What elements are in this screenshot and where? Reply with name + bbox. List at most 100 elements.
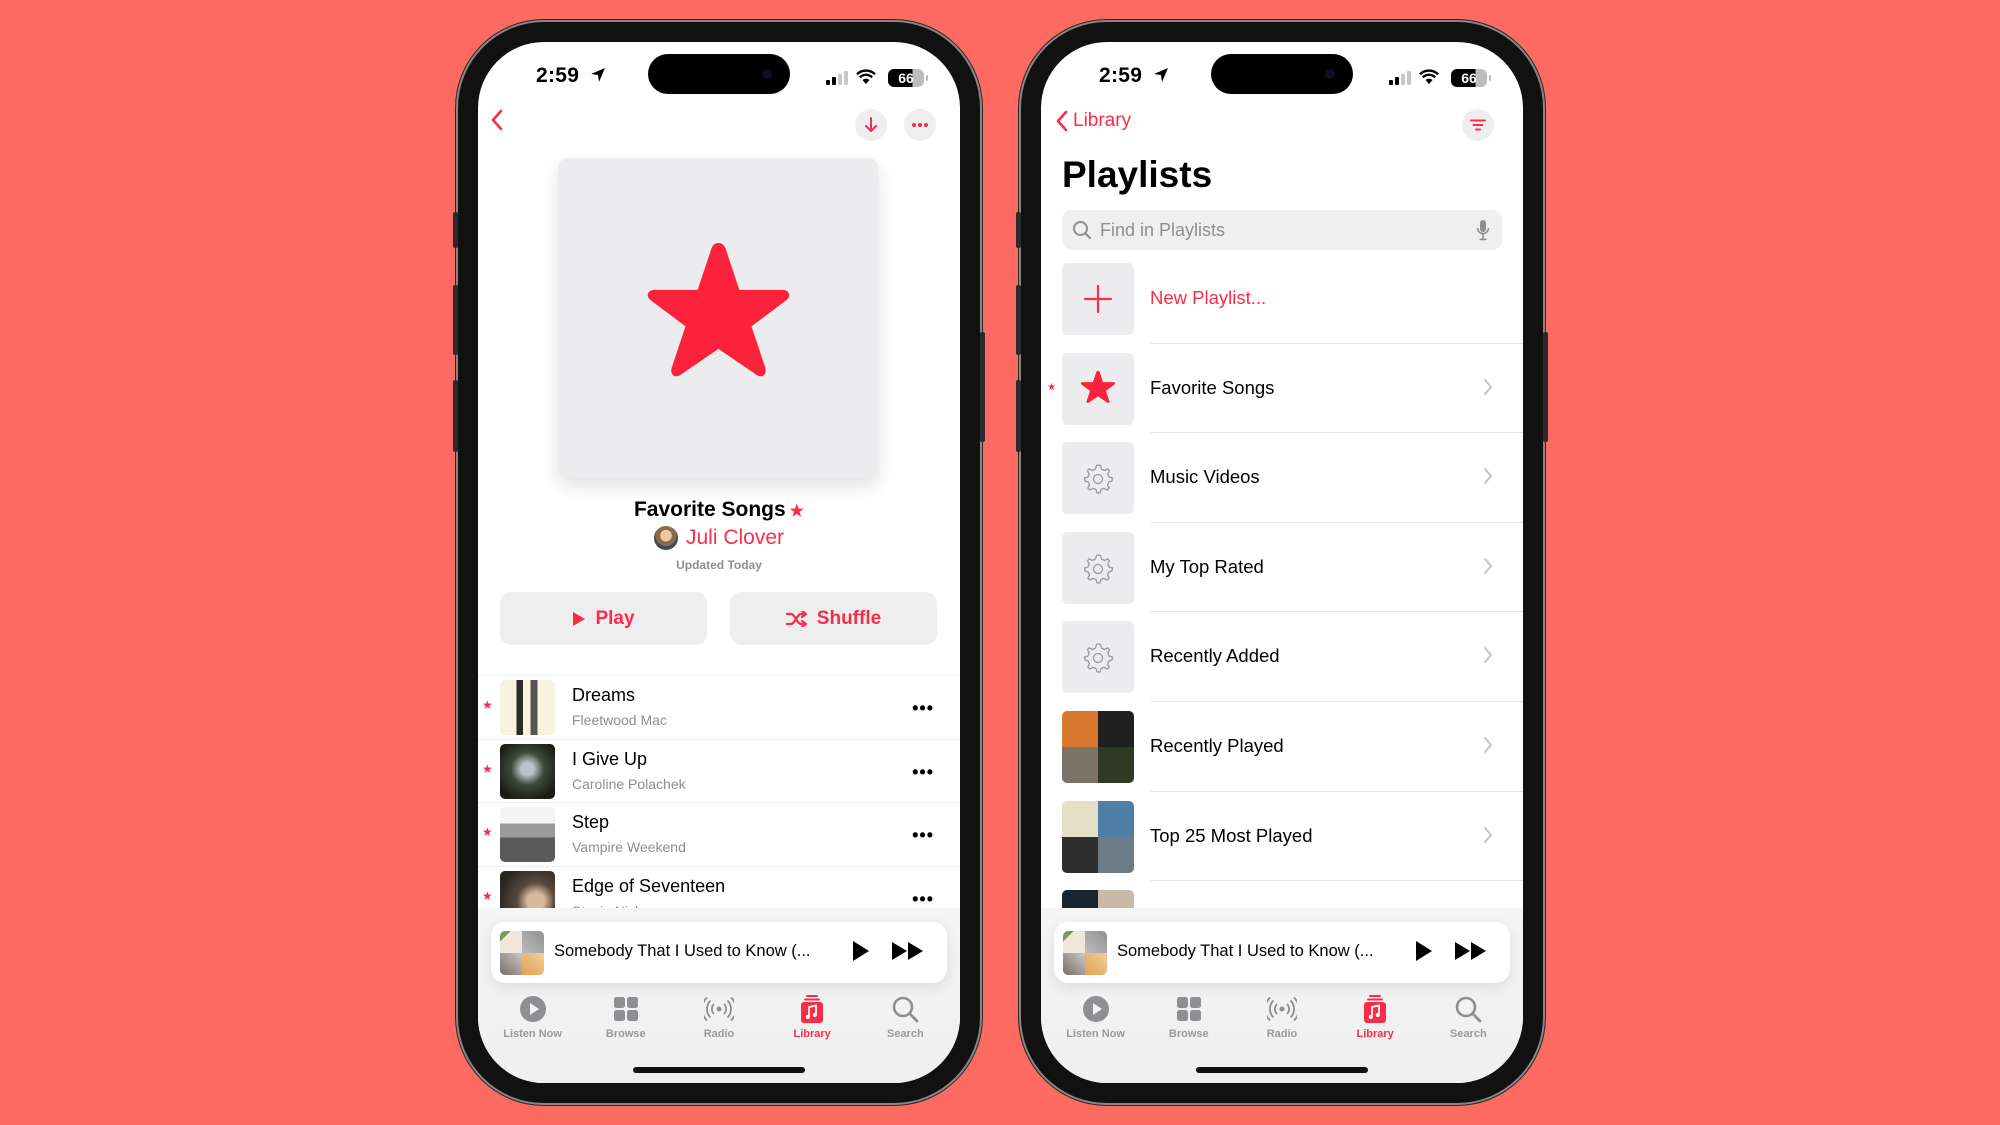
song-more-button[interactable]: ••• <box>912 825 934 846</box>
tab-radio[interactable]: Radio <box>1237 994 1327 1040</box>
song-list: ★ Dreams Fleetwood Mac ••• ★ I Give Up C… <box>478 675 960 929</box>
radio-waves-icon <box>703 996 734 1022</box>
tab-label: Library <box>793 1028 831 1040</box>
playlist-label: Top 25 Most Played <box>1150 824 1313 846</box>
tab-label: Listen Now <box>503 1028 562 1040</box>
status-bar: 2:59 66 <box>478 60 960 96</box>
tab-radio[interactable]: Radio <box>674 994 764 1040</box>
playlist-thumb <box>1062 531 1134 604</box>
playlist-label: My Top Rated <box>1150 555 1264 577</box>
playlist-label: Recently Added <box>1150 645 1280 667</box>
favorite-star-icon: ★ <box>789 503 805 520</box>
search-icon <box>1456 996 1482 1023</box>
fast-forward-icon[interactable] <box>1454 940 1488 962</box>
home-indicator[interactable] <box>1196 1067 1368 1073</box>
screen-playlists: 2:59 66 Library Playlists New Playlist.. <box>1041 42 1523 1083</box>
back-button[interactable] <box>490 108 504 132</box>
back-to-library-button[interactable]: Library <box>1055 109 1131 133</box>
favorite-star-icon: ★ <box>482 698 493 712</box>
new-playlist-row[interactable]: New Playlist... <box>1041 254 1523 344</box>
tab-browse[interactable]: Browse <box>1144 994 1234 1040</box>
play-icon <box>573 611 586 626</box>
tab-library[interactable]: Library <box>767 994 857 1040</box>
tab-search[interactable]: Search <box>1423 994 1513 1040</box>
playlist-title-row: Favorite Songs ★ <box>478 498 960 522</box>
play-icon[interactable] <box>1414 939 1434 963</box>
tab-listen-now[interactable]: Listen Now <box>1051 994 1141 1040</box>
song-row[interactable]: ★ I Give Up Caroline Polachek ••• <box>478 738 960 803</box>
mini-player[interactable]: Somebody That I Used to Know (... <box>491 922 947 983</box>
sort-button[interactable] <box>1462 109 1494 141</box>
grid-icon <box>1176 997 1201 1021</box>
home-indicator[interactable] <box>633 1067 805 1073</box>
search-icon <box>1073 221 1092 240</box>
power-button <box>1543 332 1548 442</box>
location-arrow-icon <box>1154 68 1168 82</box>
playlist-row[interactable]: Recently Played <box>1041 702 1523 792</box>
song-artist: Fleetwood Mac <box>572 712 667 728</box>
playlist-thumb <box>1062 263 1134 335</box>
tab-listen-now[interactable]: Listen Now <box>488 994 578 1040</box>
microphone-icon[interactable] <box>1476 219 1490 241</box>
song-more-button[interactable]: ••• <box>912 762 934 783</box>
favorite-star-icon: ★ <box>482 761 493 776</box>
tab-label: Library <box>1356 1028 1394 1040</box>
album-art <box>500 680 555 735</box>
song-artist: Caroline Polachek <box>572 775 686 792</box>
tab-library[interactable]: Library <box>1330 994 1420 1040</box>
battery-indicator: 66 <box>1451 69 1491 87</box>
mini-player[interactable]: Somebody That I Used to Know (... <box>1054 922 1510 983</box>
chevron-right-icon <box>1484 378 1493 395</box>
chevron-left-icon <box>491 109 503 131</box>
tab-browse[interactable]: Browse <box>581 994 671 1040</box>
playlist-thumb <box>1062 621 1134 694</box>
song-row[interactable]: ★ Step Vampire Weekend ••• <box>478 802 960 866</box>
search-bar[interactable] <box>1062 210 1502 250</box>
favorite-star-icon: ★ <box>1047 381 1056 393</box>
avatar <box>653 526 678 550</box>
fast-forward-icon[interactable] <box>891 940 925 962</box>
tab-bar: Listen Now Browse Radio Library Search <box>478 994 960 1040</box>
tab-label: Search <box>1449 1028 1487 1040</box>
song-artist: Vampire Weekend <box>572 839 686 855</box>
shuffle-label: Shuffle <box>816 607 882 629</box>
music-library-icon <box>801 995 824 1023</box>
playlist-title: Favorite Songs <box>633 498 786 521</box>
playlist-row[interactable]: My Top Rated <box>1041 523 1523 613</box>
shuffle-button[interactable]: Shuffle <box>730 592 937 645</box>
gear-icon <box>1083 554 1114 584</box>
new-playlist-label: New Playlist... <box>1150 287 1267 308</box>
song-more-button[interactable]: ••• <box>912 698 934 719</box>
tab-label: Listen Now <box>1066 1028 1125 1040</box>
curator-name[interactable]: Juli Clover <box>686 526 784 550</box>
updated-label: Updated Today <box>676 558 762 572</box>
play-icon[interactable] <box>851 939 871 963</box>
album-art <box>500 743 555 799</box>
song-row[interactable]: ★ Dreams Fleetwood Mac ••• <box>478 675 960 739</box>
cellular-signal-icon <box>826 71 848 85</box>
search-input[interactable] <box>1098 218 1432 242</box>
mute-switch <box>453 212 458 248</box>
download-button[interactable] <box>855 109 887 141</box>
play-button[interactable]: Play <box>500 592 707 645</box>
playlist-row[interactable]: Music Videos <box>1041 433 1523 523</box>
playlist-list: New Playlist... ★ Favorite Songs Music V… <box>1041 254 1523 971</box>
tab-search[interactable]: Search <box>860 994 950 1040</box>
phone-right: 2:59 66 Library Playlists New Playlist.. <box>1016 22 1548 1103</box>
favorite-star-icon: ★ <box>482 825 493 839</box>
playlist-row[interactable]: Top 25 Most Played <box>1041 792 1523 882</box>
playlist-label: Favorite Songs <box>1150 376 1275 398</box>
status-time: 2:59 <box>536 64 580 87</box>
gear-icon <box>1083 643 1114 674</box>
song-more-button[interactable]: ••• <box>912 889 934 910</box>
tab-label: Radio <box>703 1028 735 1040</box>
play-circle-icon <box>1082 996 1109 1022</box>
playlist-row[interactable]: Recently Added <box>1041 612 1523 702</box>
gear-icon <box>1083 464 1114 494</box>
more-options-button[interactable] <box>904 109 936 141</box>
curator-link[interactable]: Juli Clover <box>478 526 960 550</box>
play-label: Play <box>595 607 635 629</box>
song-title: Edge of Seventeen <box>572 875 726 896</box>
playlist-row[interactable]: ★ Favorite Songs <box>1041 344 1523 434</box>
tab-label: Browse <box>605 1028 646 1040</box>
